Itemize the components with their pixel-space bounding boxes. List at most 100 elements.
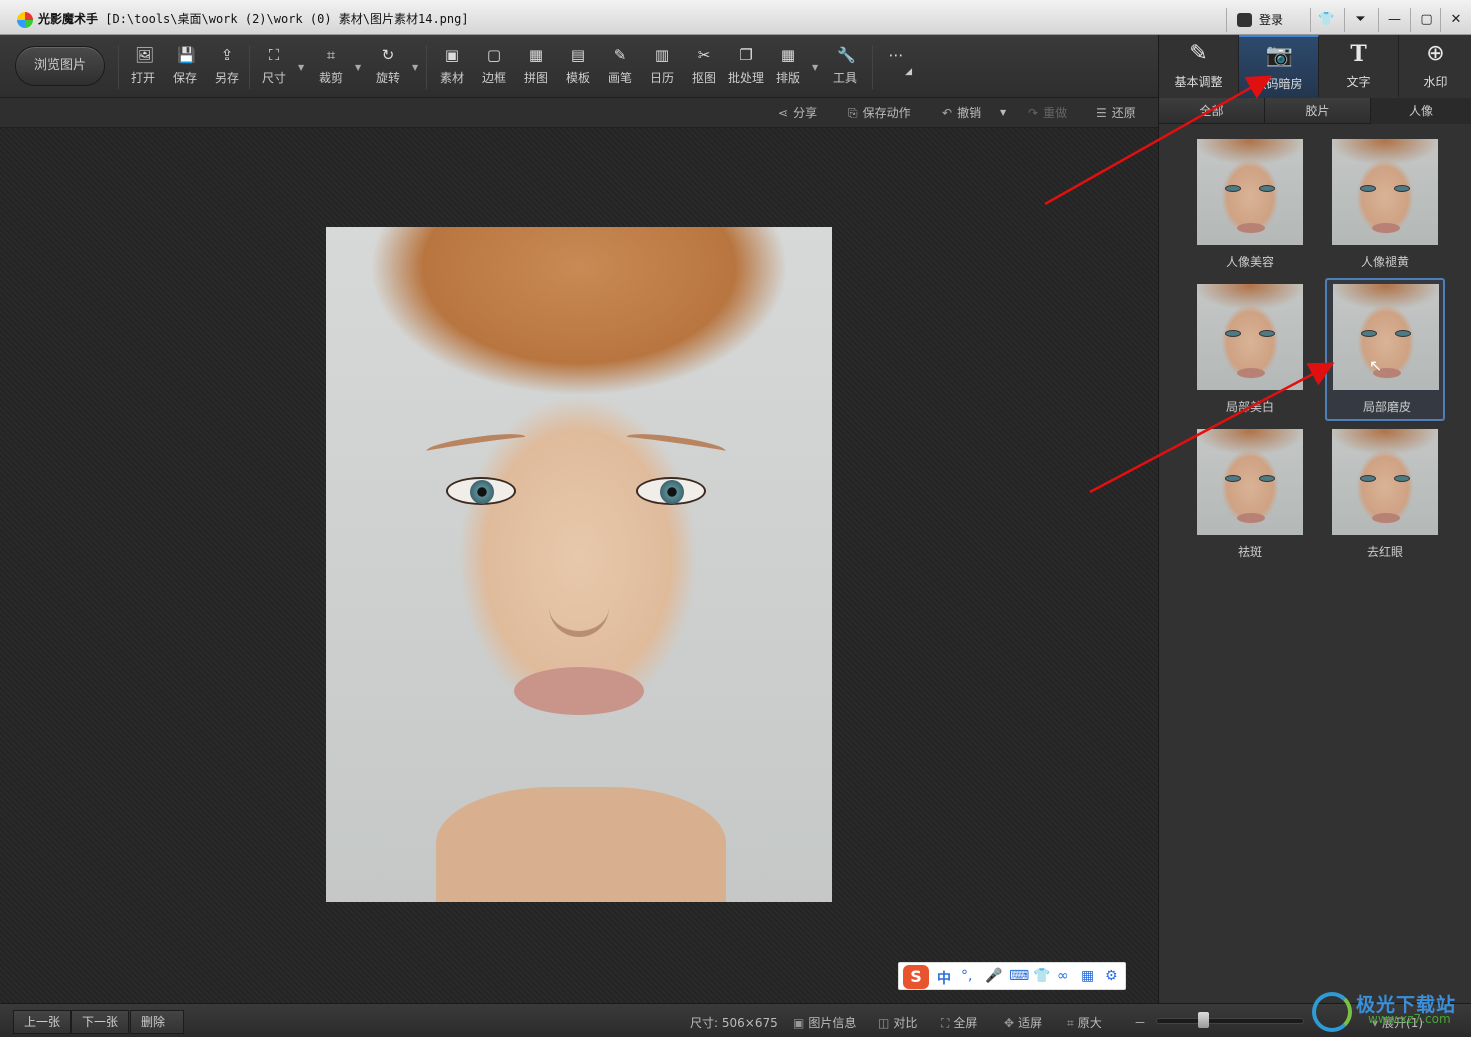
open-button[interactable]: 🖼 打开 — [123, 47, 163, 91]
crop-label: 裁剪 — [318, 71, 343, 85]
zoom-slider-track[interactable] — [1156, 1018, 1304, 1024]
resize-dropdown-icon[interactable]: ▼ — [298, 63, 304, 72]
rotate-icon: ↻ — [381, 46, 395, 64]
material-label: 素材 — [439, 71, 464, 85]
ime-skin-icon[interactable]: 👕 — [1033, 968, 1050, 984]
effect-label: 局部磨皮 — [1362, 400, 1411, 414]
ime-voice-icon[interactable]: 🎤 — [985, 968, 1002, 984]
template-button[interactable]: ▤ 模板 — [558, 47, 598, 91]
toolbar-divider — [118, 45, 119, 89]
calendar-button[interactable]: ▥ 日历 — [642, 47, 682, 91]
image-info-button[interactable]: ▣ 图片信息 — [793, 1014, 856, 1031]
category-all[interactable]: 全部 — [1159, 98, 1265, 124]
effect-portrait-beauty[interactable]: 人像美容 — [1188, 139, 1306, 279]
ime-game-icon[interactable]: ∞ — [1057, 968, 1069, 984]
tab-darkroom[interactable]: 📷 数码暗房 — [1239, 35, 1319, 97]
undo-icon: ↶ — [942, 106, 953, 120]
original-size-button[interactable]: ⌗ 原大 — [1067, 1014, 1102, 1031]
tab-watermark[interactable]: ⊕ 水印 — [1399, 35, 1471, 97]
effect-remove-red-eye[interactable]: 去红眼 — [1323, 429, 1441, 569]
category-film[interactable]: 胶片 — [1265, 98, 1371, 124]
brush-label: 画笔 — [607, 71, 632, 85]
tools-label: 工具 — [832, 71, 857, 85]
material-button[interactable]: ▣ 素材 — [432, 47, 472, 91]
ime-keyboard-icon[interactable]: ⌨ — [1009, 968, 1029, 984]
layout-label: 排版 — [775, 71, 800, 85]
basic-adjust-icon: ✎ — [1189, 41, 1208, 66]
restore-button[interactable]: ☰ 还原 — [1096, 104, 1136, 121]
watermark-url: www.xz7.com — [1368, 1012, 1451, 1026]
browse-images-button[interactable]: 浏览图片 — [15, 46, 105, 86]
layout-button[interactable]: ▦ 排版 — [768, 47, 808, 91]
file-path: [D:\tools\桌面\work (2)\work (0) 素材\图片素材14… — [105, 12, 469, 26]
tools-button[interactable]: 🔧 工具 — [825, 47, 865, 91]
cutout-button[interactable]: ✂ 抠图 — [684, 47, 724, 91]
photo-left-eye — [446, 477, 516, 505]
crop-button[interactable]: ⌗ 裁剪 — [311, 47, 351, 91]
fit-screen-button[interactable]: ✥ 适屏 — [1004, 1014, 1042, 1031]
border-button[interactable]: ▢ 边框 — [474, 47, 514, 91]
collage-label: 拼图 — [523, 71, 548, 85]
ime-settings-icon[interactable]: ⚙ — [1105, 968, 1118, 984]
tab-basic-adjust[interactable]: ✎ 基本调整 — [1159, 35, 1239, 97]
delete-button[interactable]: 删除 — [130, 1010, 184, 1034]
original-size-icon: ⌗ — [1067, 1016, 1074, 1030]
status-bar: 上一张 下一张 删除 尺寸: 506×675 ▣ 图片信息 ◫ 对比 ⛶ 全屏 ✥ 适屏… — [0, 1003, 1471, 1037]
skin-button[interactable]: 👕 — [1310, 8, 1342, 32]
brush-button[interactable]: ✎ 画笔 — [600, 47, 640, 91]
image-size: 尺寸: 506×675 — [690, 1016, 778, 1030]
ime-language[interactable]: 中 — [937, 968, 951, 988]
rotate-dropdown-icon[interactable]: ▼ — [412, 63, 418, 72]
share-button[interactable]: ⋖ 分享 — [778, 104, 817, 121]
fit-icon: ✥ — [1004, 1016, 1015, 1030]
save-as-button[interactable]: ⇪ 另存 — [207, 47, 247, 91]
undo-dropdown-icon[interactable]: ▼ — [1000, 108, 1006, 117]
calendar-label: 日历 — [649, 71, 674, 85]
photo-neck — [436, 787, 726, 902]
effect-thumbnail — [1197, 429, 1303, 535]
login-button[interactable]: 登录 — [1226, 8, 1310, 32]
maximize-button[interactable]: ▢ — [1410, 8, 1442, 32]
effect-thumbnail — [1197, 284, 1303, 390]
ime-toolbar[interactable]: S 中 °, 🎤 ⌨ 👕 ∞ ▦ ⚙ — [898, 962, 1126, 990]
rotate-button[interactable]: ↻ 旋转 — [368, 47, 408, 91]
compare-icon: ◫ — [878, 1016, 890, 1030]
more-tools-button[interactable]: ⋯ ◢ — [878, 47, 914, 91]
save-action-icon: ⎘ — [848, 106, 858, 120]
collage-button[interactable]: ▦ 拼图 — [516, 47, 556, 91]
ime-punctuation-icon[interactable]: °, — [961, 968, 972, 984]
tab-basic-adjust-label: 基本调整 — [1174, 75, 1223, 89]
effect-local-smoothing[interactable]: 局部磨皮 ↖ — [1325, 278, 1445, 421]
next-image-button[interactable]: 下一张 — [71, 1010, 130, 1034]
category-portrait[interactable]: 人像 — [1371, 98, 1471, 124]
ime-apps-icon[interactable]: ▦ — [1081, 968, 1094, 984]
layout-dropdown-icon[interactable]: ▼ — [812, 63, 818, 72]
brush-icon: ✎ — [613, 46, 627, 64]
zoom-out-button[interactable]: － — [1134, 1014, 1146, 1031]
open-icon: 🖼 — [135, 46, 155, 64]
compare-button[interactable]: ◫ 对比 — [878, 1014, 917, 1031]
save-button[interactable]: 💾 保存 — [165, 47, 205, 91]
toolbar-divider — [426, 45, 427, 89]
close-button[interactable]: ✕ — [1440, 8, 1471, 32]
batch-button[interactable]: ❐ 批处理 — [726, 47, 766, 91]
effect-local-whiten[interactable]: 局部美白 — [1188, 284, 1306, 424]
undo-button[interactable]: ↶ 撤销 — [942, 104, 981, 121]
crop-dropdown-icon[interactable]: ▼ — [355, 63, 361, 72]
main-menu-button[interactable]: ⏷ — [1344, 8, 1376, 32]
effect-portrait-deyellow[interactable]: 人像褪黄 — [1323, 139, 1441, 279]
minimize-button[interactable]: — — [1378, 8, 1410, 32]
resize-button[interactable]: ⛶ 尺寸 — [254, 47, 294, 91]
zoom-slider-handle[interactable] — [1198, 1012, 1209, 1028]
fullscreen-button[interactable]: ⛶ 全屏 — [941, 1014, 977, 1031]
redo-button[interactable]: ↷ 重做 — [1028, 104, 1067, 121]
sogou-logo-icon[interactable]: S — [903, 965, 929, 989]
tab-text[interactable]: T 文字 — [1319, 35, 1399, 97]
image-canvas[interactable] — [0, 128, 1158, 1003]
effect-label: 局部美白 — [1225, 400, 1274, 414]
layout-icon: ▦ — [780, 46, 796, 64]
prev-image-button[interactable]: 上一张 — [13, 1010, 72, 1034]
save-action-button[interactable]: ⎘ 保存动作 — [848, 104, 911, 121]
fullscreen-icon: ⛶ — [941, 1016, 950, 1030]
effect-remove-spots[interactable]: 祛斑 — [1188, 429, 1306, 569]
